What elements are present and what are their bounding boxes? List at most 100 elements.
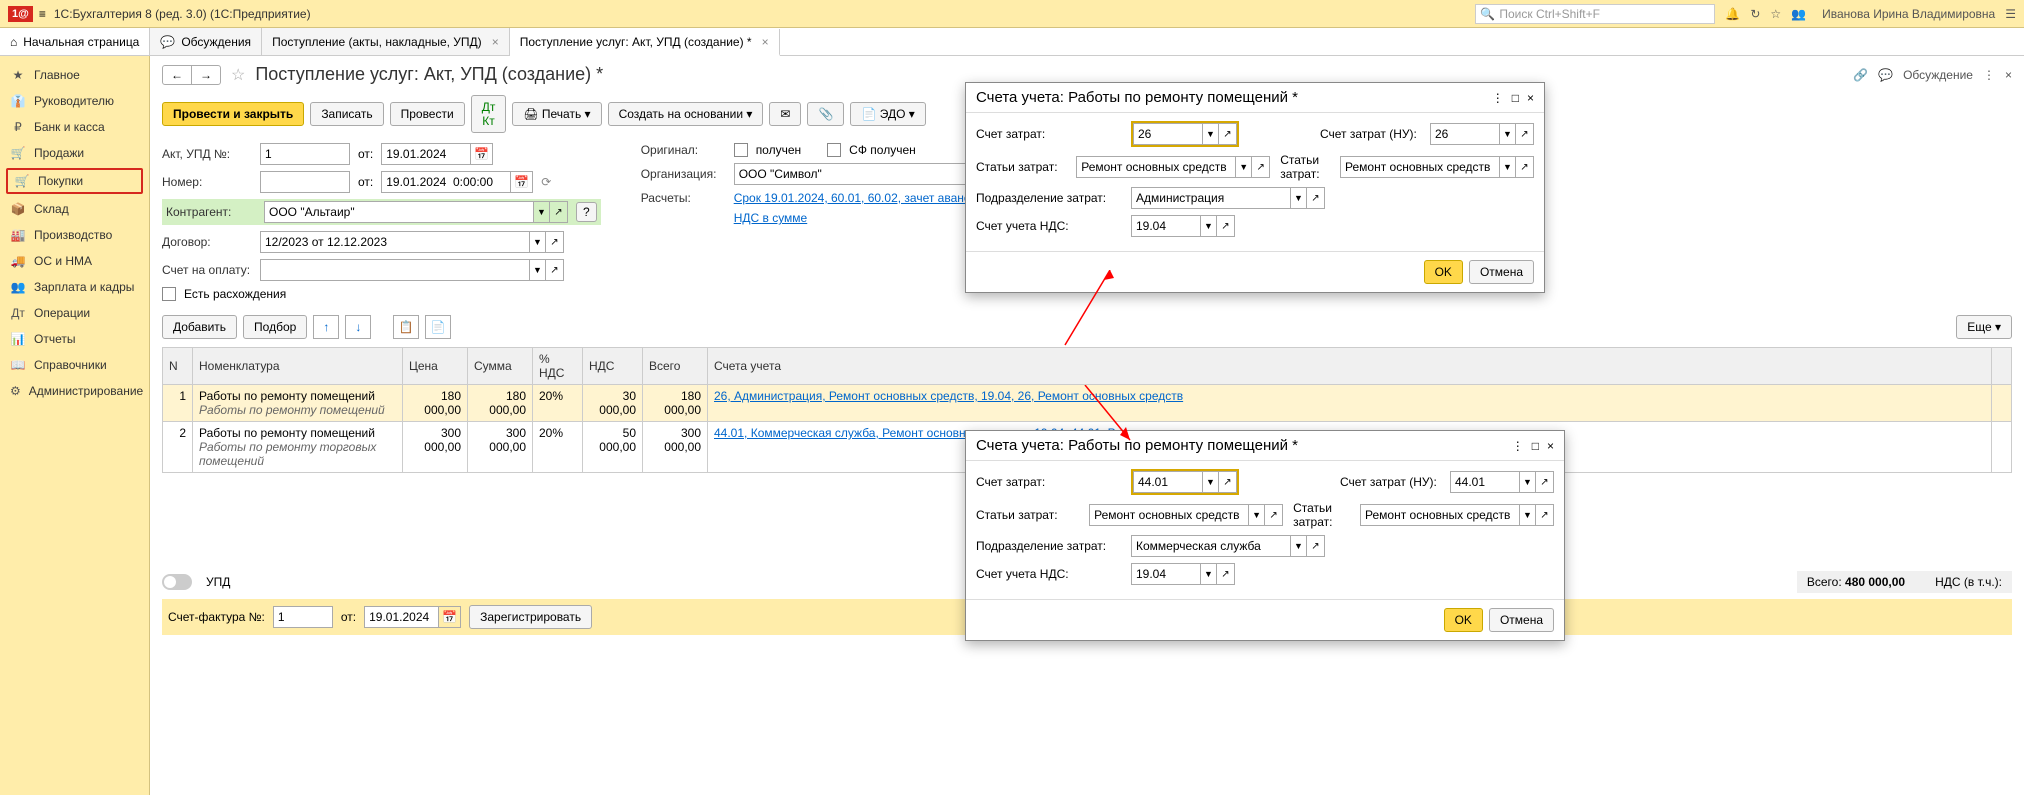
- calendar-icon[interactable]: 📅: [439, 606, 461, 628]
- discussion-label[interactable]: Обсуждение: [1903, 68, 1973, 82]
- th-nds[interactable]: НДС: [583, 348, 643, 385]
- discussion-icon[interactable]: 💬: [1878, 68, 1893, 82]
- user-name[interactable]: Иванова Ирина Владимировна: [1822, 7, 1995, 21]
- open-icon[interactable]: ↗: [1217, 563, 1235, 585]
- discrepancy-checkbox[interactable]: [162, 287, 176, 301]
- sidebar-item-hr[interactable]: 👥Зарплата и кадры: [0, 274, 149, 300]
- open-icon[interactable]: ↗: [1516, 156, 1534, 178]
- add-button[interactable]: Добавить: [162, 315, 237, 339]
- dropdown-icon[interactable]: ▼: [1236, 156, 1252, 178]
- help-button[interactable]: ?: [576, 202, 597, 222]
- number-input[interactable]: [260, 171, 350, 193]
- table-row[interactable]: 1 Работы по ремонту помещенийРаботы по р…: [163, 385, 2012, 422]
- dept-input[interactable]: [1131, 535, 1291, 557]
- contragent-input[interactable]: [264, 201, 534, 223]
- dropdown-icon[interactable]: ▼: [1291, 187, 1307, 209]
- th-total[interactable]: Всего: [643, 348, 708, 385]
- more-icon[interactable]: ⋮: [1983, 68, 1995, 82]
- sidebar-item-sales[interactable]: 🛒Продажи: [0, 140, 149, 166]
- dropdown-icon[interactable]: ▼: [534, 201, 550, 223]
- dropdown-icon[interactable]: ▼: [1201, 215, 1217, 237]
- post-close-button[interactable]: Провести и закрыть: [162, 102, 304, 126]
- sidebar-item-manager[interactable]: 👔Руководителю: [0, 88, 149, 114]
- hamburger-icon[interactable]: ≡: [39, 7, 46, 21]
- cancel-button[interactable]: Отмена: [1489, 608, 1554, 632]
- open-icon[interactable]: ↗: [1219, 471, 1237, 493]
- more-icon[interactable]: ⋮: [1512, 439, 1524, 453]
- dropdown-icon[interactable]: ▼: [530, 231, 546, 253]
- refresh-icon[interactable]: ⟳: [541, 175, 551, 189]
- sidebar-item-production[interactable]: 🏭Производство: [0, 222, 149, 248]
- dropdown-icon[interactable]: ▼: [1203, 123, 1219, 145]
- sidebar-item-operations[interactable]: ДтОперации: [0, 300, 149, 326]
- ok-button[interactable]: OK: [1444, 608, 1483, 632]
- record-button[interactable]: Записать: [310, 102, 383, 126]
- tab-current[interactable]: Поступление услуг: Акт, УПД (создание) *…: [510, 29, 780, 56]
- nds-acc-input[interactable]: [1131, 215, 1201, 237]
- open-icon[interactable]: ↗: [1536, 504, 1554, 526]
- articles-input[interactable]: [1089, 504, 1249, 526]
- copy-button[interactable]: 📋: [393, 315, 419, 339]
- open-icon[interactable]: ↗: [1516, 123, 1534, 145]
- th-nom[interactable]: Номенклатура: [193, 348, 403, 385]
- back-button[interactable]: ←: [163, 66, 192, 84]
- maximize-icon[interactable]: □: [1512, 91, 1519, 105]
- sidebar-item-purchases[interactable]: 🛒Покупки: [6, 168, 143, 194]
- bell-icon[interactable]: 🔔: [1725, 7, 1740, 21]
- more-button[interactable]: Еще ▾: [1956, 315, 2012, 339]
- dropdown-icon[interactable]: ▼: [1291, 535, 1307, 557]
- open-icon[interactable]: ↗: [1307, 535, 1325, 557]
- org-input[interactable]: [734, 163, 1004, 185]
- register-button[interactable]: Зарегистрировать: [469, 605, 592, 629]
- open-icon[interactable]: ↗: [1265, 504, 1283, 526]
- nds-acc-input[interactable]: [1131, 563, 1201, 585]
- settings-icon[interactable]: ☰: [2005, 7, 2016, 21]
- open-icon[interactable]: ↗: [1252, 156, 1270, 178]
- open-icon[interactable]: ↗: [546, 231, 564, 253]
- nds-link[interactable]: НДС в сумме: [734, 211, 808, 225]
- cost-acc-nu-input[interactable]: [1430, 123, 1500, 145]
- create-base-button[interactable]: Создать на основании ▾: [608, 102, 764, 126]
- select-button[interactable]: Подбор: [243, 315, 307, 339]
- cost-acc-input[interactable]: [1133, 123, 1203, 145]
- dtkt-button[interactable]: ДтКт: [471, 95, 507, 133]
- close-icon[interactable]: ×: [1527, 91, 1534, 105]
- th-price[interactable]: Цена: [403, 348, 468, 385]
- th-acc[interactable]: Счета учета: [708, 348, 1992, 385]
- dept-input[interactable]: [1131, 187, 1291, 209]
- upd-toggle[interactable]: [162, 574, 192, 590]
- received-checkbox[interactable]: [734, 143, 748, 157]
- close-icon[interactable]: ×: [762, 35, 769, 49]
- more-icon[interactable]: ⋮: [1492, 91, 1504, 105]
- cell-acc[interactable]: 26, Администрация, Ремонт основных средс…: [708, 385, 1992, 422]
- mail-button[interactable]: ✉: [769, 102, 801, 126]
- contract-input[interactable]: [260, 231, 530, 253]
- close-icon[interactable]: ×: [492, 35, 499, 49]
- post-button[interactable]: Провести: [390, 102, 465, 126]
- dropdown-icon[interactable]: ▼: [1500, 123, 1516, 145]
- link-icon[interactable]: 🔗: [1853, 68, 1868, 82]
- sidebar-item-refs[interactable]: 📖Справочники: [0, 352, 149, 378]
- sidebar-item-bank[interactable]: ₽Банк и касса: [0, 114, 149, 140]
- favorite-icon[interactable]: ☆: [231, 65, 245, 85]
- invoice-acc-input[interactable]: [260, 259, 530, 281]
- paste-button[interactable]: 📄: [425, 315, 451, 339]
- open-icon[interactable]: ↗: [1307, 187, 1325, 209]
- th-ndsp[interactable]: % НДС: [533, 348, 583, 385]
- sidebar-item-warehouse[interactable]: 📦Склад: [0, 196, 149, 222]
- search-input[interactable]: 🔍 Поиск Ctrl+Shift+F: [1475, 4, 1715, 24]
- open-icon[interactable]: ↗: [1536, 471, 1554, 493]
- open-icon[interactable]: ↗: [1219, 123, 1237, 145]
- close-icon[interactable]: ×: [1547, 439, 1554, 453]
- tab-discussions[interactable]: 💬 Обсуждения: [150, 28, 262, 55]
- star-icon[interactable]: ☆: [1770, 7, 1781, 21]
- ok-button[interactable]: OK: [1424, 260, 1463, 284]
- sidebar-item-reports[interactable]: 📊Отчеты: [0, 326, 149, 352]
- sidebar-item-main[interactable]: ★Главное: [0, 62, 149, 88]
- dropdown-icon[interactable]: ▼: [1500, 156, 1516, 178]
- dropdown-icon[interactable]: ▼: [1520, 504, 1536, 526]
- attach-button[interactable]: 📎: [807, 102, 844, 126]
- th-n[interactable]: N: [163, 348, 193, 385]
- number-date-input[interactable]: [381, 171, 511, 193]
- move-down-button[interactable]: ↓: [345, 315, 371, 339]
